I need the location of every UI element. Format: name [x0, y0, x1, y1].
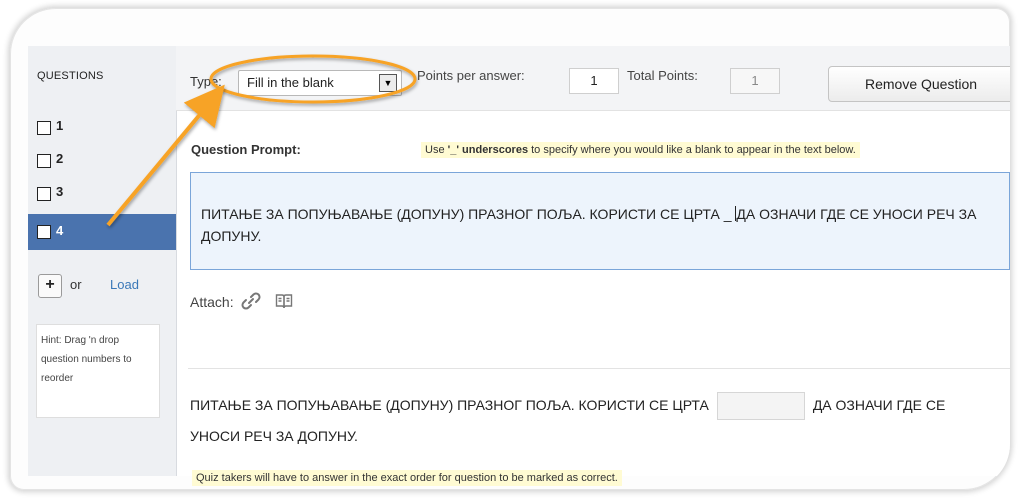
points-per-answer-input[interactable]: 1 [569, 68, 619, 94]
question-type-select[interactable]: Fill in the blank ▼ [238, 70, 402, 96]
dropdown-arrow-icon[interactable]: ▼ [379, 74, 397, 92]
order-note: Quiz takers will have to answer in the e… [192, 470, 622, 486]
remove-question-button[interactable]: Remove Question [828, 66, 1010, 102]
prompt-text: ПИТАЊЕ ЗА ПОПУЊАВАЊЕ (ДОПУНУ) ПРАЗНОГ ПО… [201, 203, 991, 247]
attach-label: Attach: [190, 294, 234, 310]
underscore-hint: Use '_' underscores to specify where you… [421, 142, 860, 158]
preview-text-before: ПИТАЊЕ ЗА ПОПУЊАВАЊЕ (ДОПУНУ) ПРАЗНОГ ПО… [190, 397, 709, 413]
section-divider [188, 368, 1010, 369]
prompt-text-before: ПИТАЊЕ ЗА ПОПУЊАВАЊЕ (ДОПУНУ) ПРАЗНОГ ПО… [201, 206, 736, 222]
question-prompt-label: Question Prompt: [191, 142, 301, 157]
hint-bold: '_' underscores [447, 144, 529, 156]
type-label: Type: [190, 74, 222, 89]
questions-sidebar: QUESTIONS 1 2 3 4 + or Load Hint: Drag '… [28, 46, 177, 476]
question-preview: ПИТАЊЕ ЗА ПОПУЊАВАЊЕ (ДОПУНУ) ПРАЗНОГ ПО… [190, 390, 990, 452]
question-checkbox[interactable] [37, 154, 51, 168]
points-per-answer-label: Points per answer: [417, 68, 525, 83]
load-link[interactable]: Load [110, 277, 139, 292]
question-prompt-textarea[interactable]: ПИТАЊЕ ЗА ПОПУЊАВАЊЕ (ДОПУНУ) ПРАЗНОГ ПО… [190, 172, 1010, 270]
reorder-hint: Hint: Drag 'n drop question numbers to r… [36, 324, 160, 418]
question-checkbox[interactable] [37, 121, 51, 135]
question-checkbox[interactable] [37, 225, 51, 239]
quiz-editor: QUESTIONS 1 2 3 4 + or Load Hint: Drag '… [28, 46, 1010, 486]
book-icon[interactable] [275, 292, 293, 310]
question-item-3[interactable]: 3 [28, 178, 176, 210]
hint-suffix: to specify where you would like a blank … [528, 144, 856, 156]
question-number: 3 [56, 184, 64, 199]
total-points-field: 1 [730, 68, 780, 94]
question-type-value: Fill in the blank [247, 75, 334, 90]
question-item-1[interactable]: 1 [28, 112, 176, 144]
question-number: 1 [56, 118, 64, 133]
add-question-button[interactable]: + [38, 274, 62, 298]
question-number: 2 [56, 151, 64, 166]
question-item-2[interactable]: 2 [28, 145, 176, 177]
total-points-label: Total Points: [627, 68, 698, 83]
or-text: or [70, 277, 82, 292]
hint-prefix: Use [425, 144, 448, 156]
question-checkbox[interactable] [37, 187, 51, 201]
sidebar-title: QUESTIONS [37, 70, 104, 82]
window-frame: QUESTIONS 1 2 3 4 + or Load Hint: Drag '… [10, 8, 1010, 490]
question-item-4[interactable]: 4 [28, 214, 176, 250]
link-icon[interactable] [240, 290, 262, 312]
question-number: 4 [56, 223, 64, 238]
question-toolbar: Type: Fill in the blank ▼ Points per ans… [176, 46, 1010, 111]
blank-answer-input[interactable] [716, 392, 805, 421]
